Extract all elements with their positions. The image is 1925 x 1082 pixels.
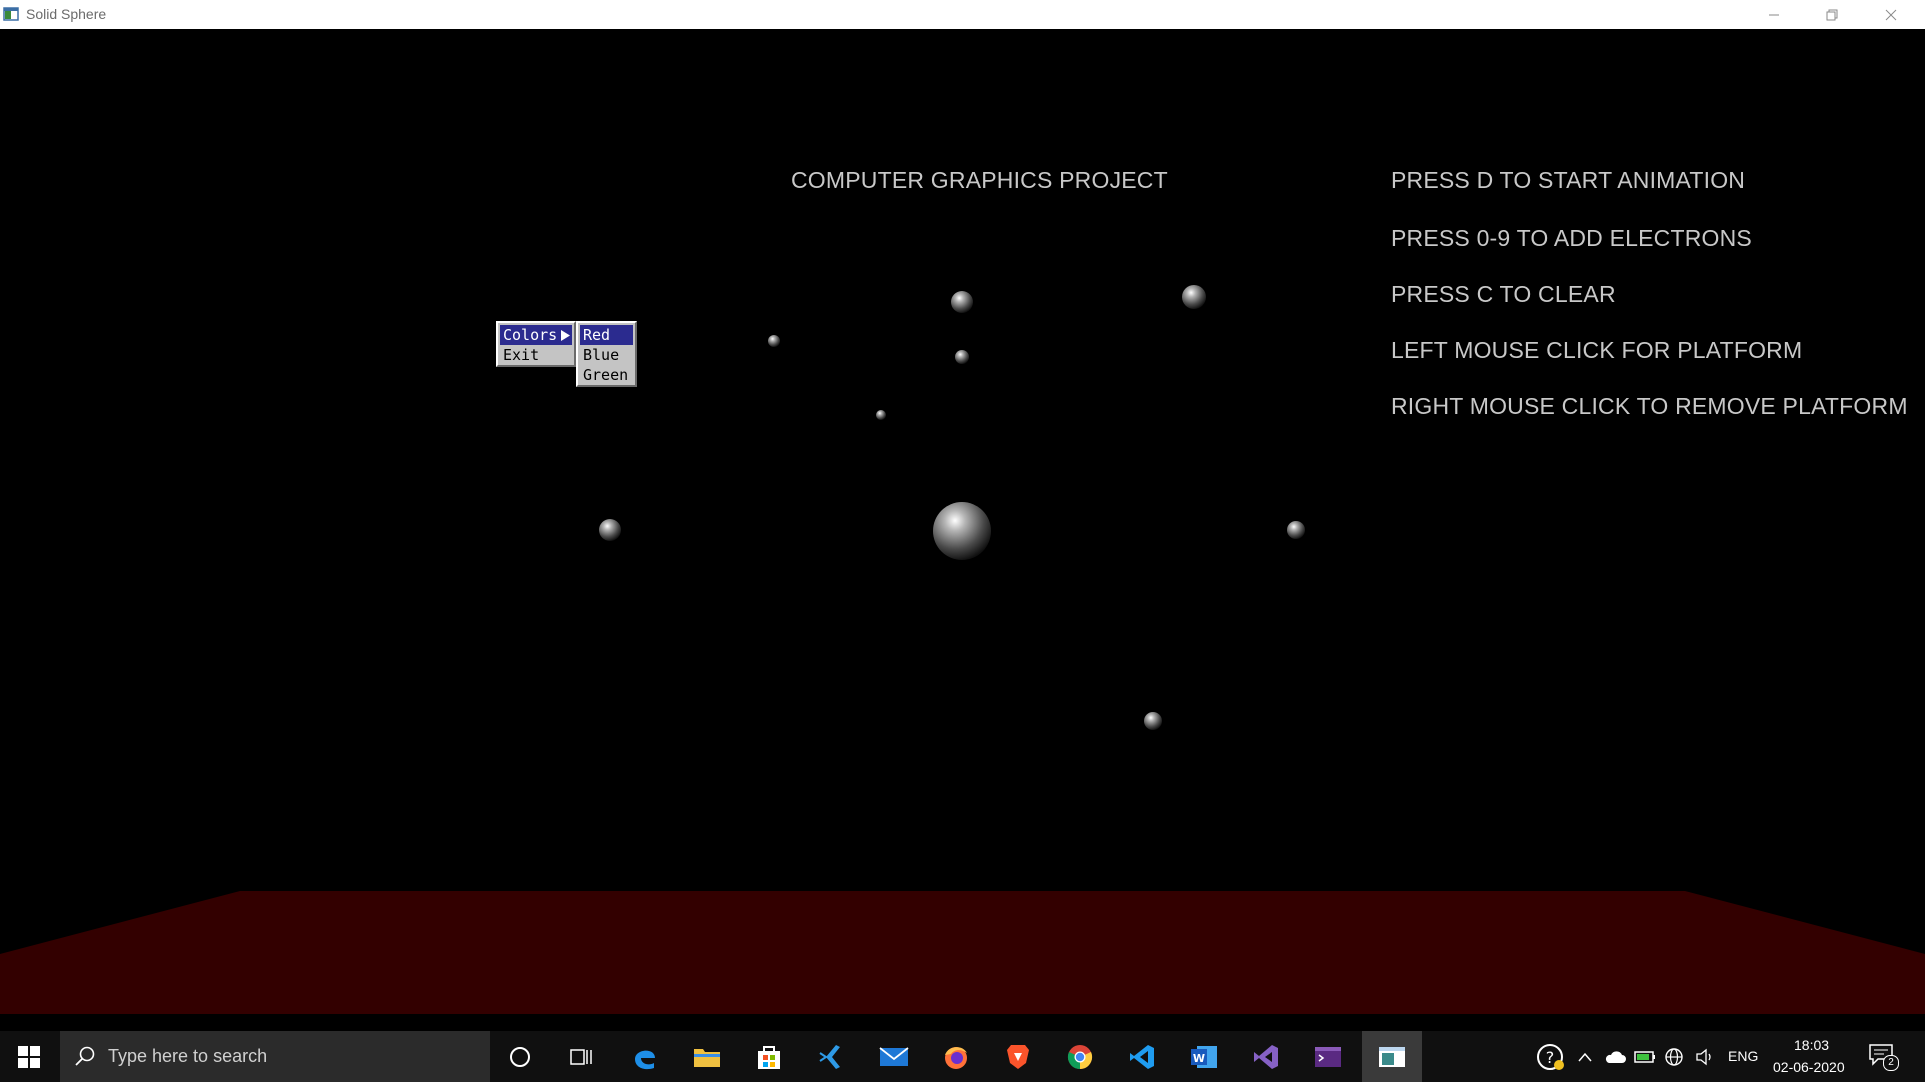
edge-icon <box>635 1050 655 1069</box>
vs-code-insiders-taskbar-button[interactable] <box>802 1031 860 1082</box>
vs-code-icon <box>1130 1044 1154 1069</box>
app-window-icon <box>3 7 19 21</box>
visual-studio-icon <box>1254 1044 1278 1069</box>
instruction-add-platform: LEFT MOUSE CLICK FOR PLATFORM <box>1391 337 1803 363</box>
submenu-item-red[interactable]: Red <box>580 325 633 345</box>
cortana-button[interactable] <box>491 1031 549 1082</box>
brave-taskbar-button[interactable] <box>989 1031 1047 1082</box>
menu-item-colors[interactable]: Colors <box>500 325 572 345</box>
svg-text:?: ? <box>1546 1048 1555 1067</box>
terminal-icon <box>1315 1046 1341 1067</box>
instruction-clear: PRESS C TO CLEAR <box>1391 281 1616 307</box>
instruction-start-animation: PRESS D TO START ANIMATION <box>1391 167 1746 193</box>
edge-taskbar-button[interactable] <box>616 1031 674 1082</box>
window-title: Solid Sphere <box>26 6 107 22</box>
windows-logo-icon <box>18 1045 40 1068</box>
gl-canvas[interactable]: COMPUTER GRAPHICS PROJECT PRESS D TO STA… <box>0 29 1925 1031</box>
colors-submenu[interactable]: Red Blue Green <box>576 321 637 387</box>
word-icon: W <box>1191 1045 1217 1068</box>
context-menu[interactable]: Colors Exit <box>496 321 576 367</box>
electron-sphere <box>1182 285 1206 309</box>
submenu-arrow-icon <box>561 330 570 341</box>
electron-sphere <box>951 291 973 313</box>
electron-sphere <box>1287 521 1305 539</box>
chrome-icon <box>1067 1044 1093 1069</box>
notification-count-badge: 2 <box>1883 1055 1899 1071</box>
project-heading: COMPUTER GRAPHICS PROJECT <box>791 167 1168 193</box>
clock-time[interactable]: 18:03 <box>1794 1037 1829 1053</box>
electron-sphere <box>1144 712 1162 730</box>
submenu-item-blue[interactable]: Blue <box>580 345 633 365</box>
minimize-button[interactable] <box>1745 0 1803 29</box>
chrome-taskbar-button[interactable] <box>1051 1031 1109 1082</box>
close-icon <box>1885 9 1897 20</box>
electron-sphere <box>876 410 886 420</box>
help-icon[interactable]: ? <box>1535 1042 1565 1072</box>
submenu-item-green[interactable]: Green <box>580 365 633 385</box>
close-button[interactable] <box>1862 0 1920 29</box>
nucleus-sphere <box>933 502 991 560</box>
instruction-add-electrons: PRESS 0-9 TO ADD ELECTRONS <box>1391 225 1752 251</box>
terminal-taskbar-button[interactable] <box>1299 1031 1357 1082</box>
menu-item-exit-label: Exit <box>503 346 540 364</box>
firefox-icon <box>945 1046 967 1069</box>
brave-icon <box>1007 1044 1029 1069</box>
file-explorer-taskbar-button[interactable] <box>678 1031 736 1082</box>
menu-item-exit[interactable]: Exit <box>500 345 572 365</box>
search-icon <box>75 1046 95 1066</box>
taskbar-search-box[interactable]: Type here to search <box>60 1031 490 1082</box>
solid-sphere-app-icon <box>1379 1046 1405 1067</box>
mail-icon <box>879 1046 909 1066</box>
start-button[interactable] <box>0 1031 58 1082</box>
minimize-icon <box>1769 14 1779 15</box>
vs-code-taskbar-button[interactable] <box>1113 1031 1171 1082</box>
firefox-taskbar-button[interactable] <box>927 1031 985 1082</box>
search-placeholder: Type here to search <box>108 1046 268 1066</box>
word-taskbar-button[interactable]: W <box>1175 1031 1233 1082</box>
restore-icon <box>1826 9 1838 20</box>
electron-sphere <box>599 519 621 541</box>
network-globe-icon[interactable] <box>1664 1047 1684 1067</box>
show-hidden-icons-chevron-icon[interactable] <box>1577 1051 1593 1063</box>
onedrive-cloud-icon[interactable] <box>1604 1049 1626 1065</box>
clock-date[interactable]: 02-06-2020 <box>1773 1059 1845 1075</box>
taskbar: Type here to search W ? ENG 18:03 02-06-… <box>0 1031 1925 1082</box>
mail-taskbar-button[interactable] <box>865 1031 923 1082</box>
input-language-indicator[interactable]: ENG <box>1728 1048 1758 1064</box>
electron-sphere <box>768 335 780 347</box>
battery-icon[interactable] <box>1634 1050 1656 1064</box>
task-view-button[interactable] <box>553 1031 611 1082</box>
store-icon <box>758 1045 780 1069</box>
platform <box>0 891 1925 1014</box>
restore-button[interactable] <box>1803 0 1861 29</box>
instruction-remove-platform: RIGHT MOUSE CLICK TO REMOVE PLATFORM <box>1391 393 1908 419</box>
store-taskbar-button[interactable] <box>740 1031 798 1082</box>
electron-sphere <box>955 350 969 364</box>
solid-sphere-taskbar-button[interactable] <box>1362 1031 1422 1082</box>
volume-icon[interactable] <box>1695 1048 1715 1066</box>
cortana-icon <box>510 1046 530 1067</box>
svg-text:W: W <box>1193 1052 1205 1065</box>
vs-code-insiders-icon <box>819 1044 840 1069</box>
window-title-bar[interactable]: Solid Sphere <box>0 0 1925 29</box>
menu-item-colors-label: Colors <box>503 326 558 344</box>
task-view-icon <box>570 1048 592 1065</box>
file-explorer-icon <box>694 1048 720 1067</box>
action-center-button[interactable]: 2 <box>1868 1041 1899 1071</box>
visual-studio-taskbar-button[interactable] <box>1237 1031 1295 1082</box>
